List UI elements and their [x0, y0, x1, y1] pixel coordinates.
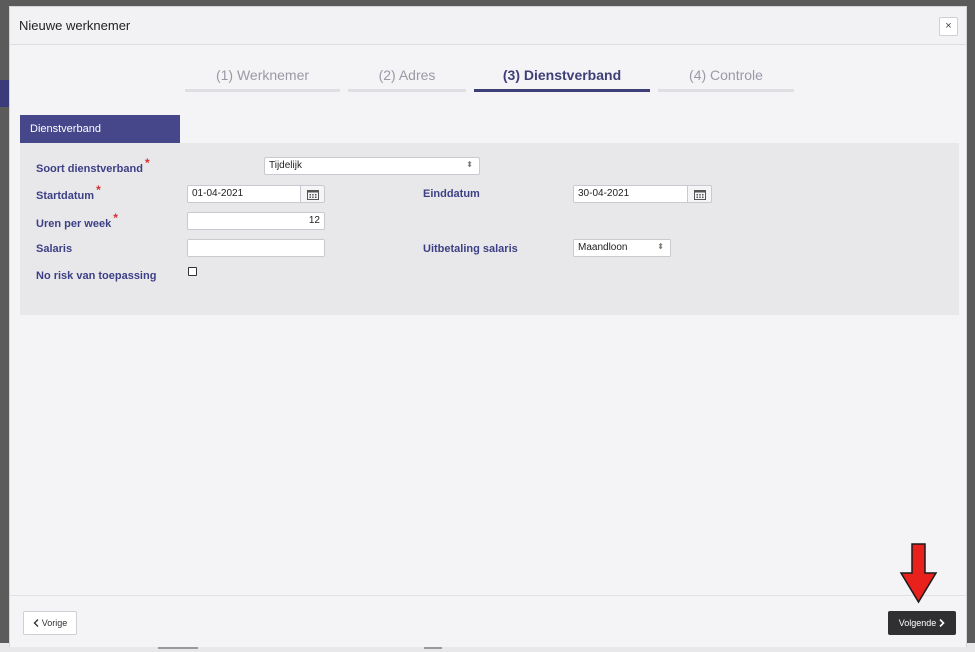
- select-arrows-icon: ⬍: [466, 160, 473, 169]
- step-underline: [185, 89, 340, 92]
- einddatum-field[interactable]: 30-04-2021: [573, 185, 688, 203]
- label-text: Uren per week: [36, 218, 112, 230]
- salaris-field[interactable]: [187, 239, 325, 257]
- modal-header: Nieuwe werknemer ×: [10, 7, 966, 45]
- modal-title: Nieuwe werknemer: [19, 18, 131, 33]
- step-dienstverband[interactable]: (3) Dienstverband: [474, 67, 650, 92]
- step-adres[interactable]: (2) Adres: [348, 67, 466, 92]
- close-icon: ×: [945, 20, 952, 32]
- uitbetaling-salaris-label: Uitbetaling salaris: [423, 243, 518, 255]
- label-text: Soort dienstverband: [36, 163, 143, 175]
- step-label: (1) Werknemer: [215, 67, 310, 83]
- wizard-steps: (1) Werknemer (2) Adres (3) Dienstverban…: [10, 45, 966, 105]
- required-marker: *: [144, 156, 150, 170]
- step-underline: [474, 89, 650, 92]
- required-marker: *: [96, 183, 101, 197]
- background-left-stripe: [0, 80, 9, 107]
- chevron-right-icon: [939, 619, 945, 627]
- step-underline: [658, 89, 794, 92]
- startdatum-label: Startdatum *: [36, 183, 101, 202]
- step-label: (4) Controle: [689, 67, 763, 83]
- soort-dienstverband-select[interactable]: Tijdelijk ⬍: [264, 157, 480, 175]
- calendar-icon: [693, 189, 706, 200]
- select-value: Maandloon: [578, 242, 628, 253]
- step-label: (3) Dienstverband: [502, 67, 622, 83]
- soort-dienstverband-label: Soort dienstverband *: [36, 156, 150, 175]
- next-button[interactable]: Volgende: [888, 611, 956, 635]
- select-arrows-icon: ⬍: [657, 242, 664, 251]
- required-marker: *: [113, 211, 118, 225]
- step-label: (2) Adres: [378, 67, 436, 83]
- uren-per-week-label: Uren per week *: [36, 211, 118, 230]
- previous-button[interactable]: Vorige: [23, 611, 77, 635]
- close-button[interactable]: ×: [939, 17, 958, 36]
- section-tab-dienstverband[interactable]: Dienstverband: [20, 115, 180, 143]
- modal-footer: Vorige Volgende: [10, 595, 966, 647]
- no-risk-label: No risk van toepassing: [36, 270, 157, 282]
- previous-label: Vorige: [41, 618, 68, 628]
- step-underline: [348, 89, 466, 92]
- einddatum-calendar-button[interactable]: [688, 185, 712, 203]
- uren-per-week-field[interactable]: 12: [187, 212, 325, 230]
- next-label: Volgende: [898, 618, 937, 628]
- uitbetaling-salaris-select[interactable]: Maandloon ⬍: [573, 239, 671, 257]
- section-panel: Soort dienstverband * Tijdelijk ⬍ Startda…: [20, 143, 959, 315]
- no-risk-checkbox[interactable]: [188, 267, 197, 276]
- step-werknemer[interactable]: (1) Werknemer: [185, 67, 340, 92]
- startdatum-field[interactable]: 01-04-2021: [187, 185, 301, 203]
- label-text: Startdatum: [36, 190, 95, 202]
- red-arrow-down-icon: [899, 543, 938, 604]
- new-employee-modal: Nieuwe werknemer × (1) Werknemer (2) Adr…: [9, 6, 967, 647]
- chevron-left-icon: [33, 619, 39, 627]
- einddatum-label: Einddatum: [423, 188, 480, 200]
- calendar-icon: [306, 189, 319, 200]
- salaris-label: Salaris: [36, 243, 73, 255]
- select-value: Tijdelijk: [269, 160, 302, 171]
- step-controle[interactable]: (4) Controle: [658, 67, 794, 92]
- startdatum-calendar-button[interactable]: [301, 185, 325, 203]
